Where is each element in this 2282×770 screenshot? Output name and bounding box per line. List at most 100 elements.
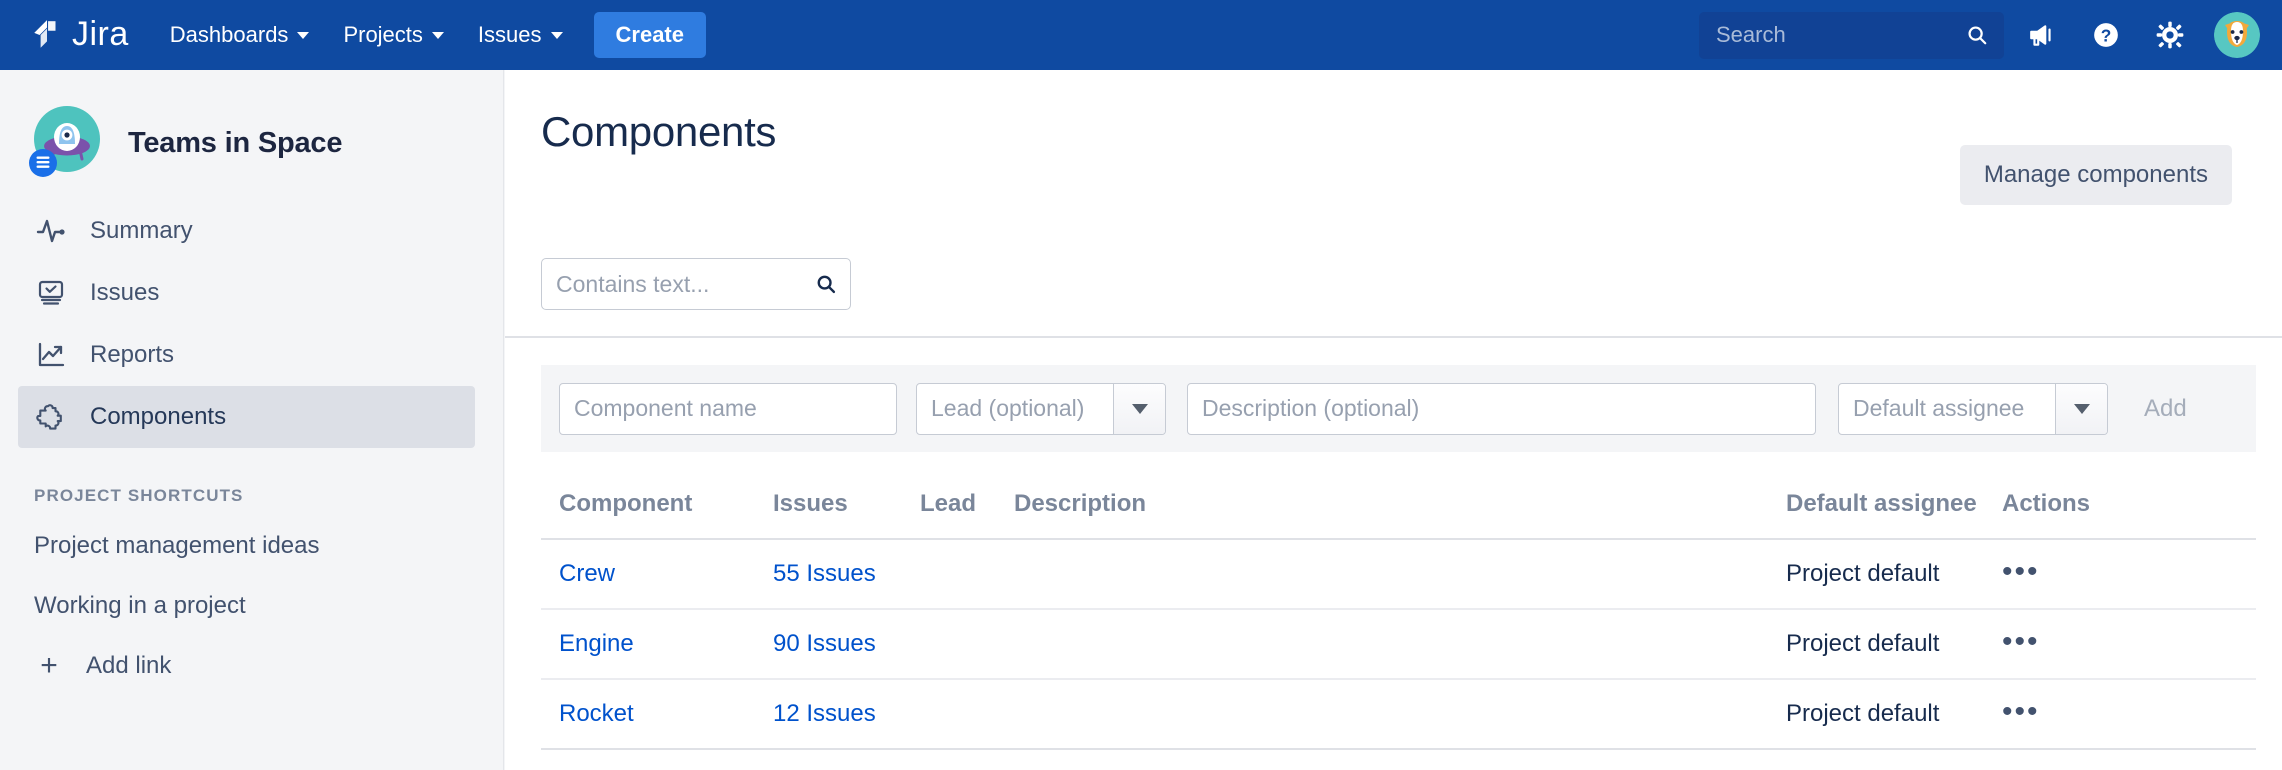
cell-lead [902,539,996,610]
global-search-input[interactable] [1699,11,1944,59]
nav-item-dashboards-label: Dashboards [169,22,289,47]
cell-component: Engine [541,609,755,680]
monitor-check-icon [34,276,68,310]
component-link-crew[interactable]: Crew [559,560,615,587]
jira-brand-text: Jira [72,14,129,53]
table-header-row: Component Issues Lead Description Defaul… [541,468,2256,540]
add-component-button[interactable]: Add [2144,395,2187,423]
cell-component: Rocket [541,679,755,750]
shortcut-project-management-ideas[interactable]: Project management ideas [18,516,475,576]
jira-home-link[interactable]: Jira [30,0,129,70]
nav-item-issues[interactable]: Issues [461,0,580,70]
cell-actions: ••• [1984,679,2256,750]
announcement-megaphone-icon[interactable] [2016,9,2068,61]
add-link-label: Add link [86,652,172,679]
cell-description [996,679,1768,750]
chevron-down-icon[interactable] [2055,383,2107,434]
sidebar-item-components-label: Components [90,403,227,430]
chart-trend-up-icon [34,338,68,372]
project-header[interactable]: Teams in Space [0,70,503,188]
page-title: Components [541,108,777,155]
cell-default-assignee: Project default [1768,679,1984,750]
global-search-box[interactable] [1699,11,2004,59]
cell-default-assignee: Project default [1768,609,1984,680]
cell-lead [902,609,996,680]
column-header-lead: Lead [902,468,996,540]
sidebar-item-issues-label: Issues [90,279,160,306]
sidebar-item-components[interactable]: Components [18,386,475,448]
nav-item-issues-label: Issues [477,22,542,47]
component-name-input[interactable] [559,382,897,435]
user-avatar-dog[interactable] [2214,12,2260,58]
issues-link-engine[interactable]: 90 Issues [773,630,876,657]
row-actions-menu-button[interactable]: ••• [2002,697,2040,727]
table-row: Engine 90 Issues Project default ••• [541,609,2256,680]
manage-components-button[interactable]: Manage components [1959,145,2232,205]
search-icon [1966,24,1988,46]
chevron-down-icon [550,31,563,39]
cell-issues: 12 Issues [755,679,902,750]
cell-issues: 90 Issues [755,609,902,680]
cell-description [996,539,1768,610]
sidebar-nav-list: Summary Issues Reports Components [0,200,503,448]
table-row: Rocket 12 Issues Project default ••• [541,679,2256,750]
cell-issues: 55 Issues [755,539,902,610]
issues-link-crew[interactable]: 55 Issues [773,560,876,587]
sidebar-item-summary-label: Summary [90,217,193,244]
add-component-row: Lead (optional) Default assignee Add [541,365,2256,452]
create-button[interactable]: Create [593,11,706,59]
column-header-default-assignee: Default assignee [1768,468,1984,540]
add-link-button[interactable]: + Add link [18,636,475,696]
primary-nav-links: Dashboards Projects Issues Create [153,0,706,70]
pulse-line-icon [34,214,68,248]
svg-text:?: ? [2101,25,2112,45]
issues-link-rocket[interactable]: 12 Issues [773,700,876,727]
nav-item-projects[interactable]: Projects [326,0,460,70]
component-description-input[interactable] [1187,382,1816,435]
column-header-actions: Actions [1984,468,2256,540]
chevron-down-icon[interactable] [1113,383,1165,434]
project-sidebar: Teams in Space Summary Issues Reports Co… [0,70,504,770]
components-filter-input[interactable] [541,258,851,310]
project-avatar-ufo-icon [28,104,106,182]
cell-component: Crew [541,539,755,610]
table-row: Crew 55 Issues Project default ••• [541,539,2256,610]
cell-description [996,609,1768,680]
column-header-issues: Issues [755,468,902,540]
row-actions-menu-button[interactable]: ••• [2002,557,2040,587]
main-content-panel: Components Manage components Lead (optio… [505,70,2282,770]
cell-lead [902,679,996,750]
project-shortcuts-heading: PROJECT SHORTCUTS [34,486,244,505]
settings-gear-icon[interactable] [2144,9,2196,61]
sidebar-item-issues[interactable]: Issues [18,262,475,324]
nav-item-dashboards[interactable]: Dashboards [153,0,327,70]
plus-icon: + [40,649,58,682]
column-header-default-assignee-label: Default assignee [1786,490,1977,517]
column-header-description: Description [996,468,1768,540]
sidebar-item-summary[interactable]: Summary [18,200,475,262]
chevron-down-icon [431,31,444,39]
jira-logo-icon [30,18,64,52]
puzzle-piece-icon [34,400,68,434]
component-link-engine[interactable]: Engine [559,630,634,657]
cell-actions: ••• [1984,609,2256,680]
row-actions-menu-button[interactable]: ••• [2002,627,2040,657]
components-filter[interactable] [541,258,851,310]
project-name: Teams in Space [128,126,343,159]
help-question-icon[interactable]: ? [2080,9,2132,61]
shortcut-working-in-a-project[interactable]: Working in a project [18,576,475,636]
default-assignee-select-value: Default assignee [1853,395,2025,421]
sidebar-item-reports[interactable]: Reports [18,324,475,386]
cell-actions: ••• [1984,539,2256,610]
component-link-rocket[interactable]: Rocket [559,700,634,727]
chevron-down-icon [297,31,310,39]
cell-default-assignee: Project default [1768,539,1984,610]
default-assignee-select[interactable]: Default assignee [1838,382,2108,435]
lead-select[interactable]: Lead (optional) [916,382,1166,435]
top-navigation-bar: Jira Dashboards Projects Issues Create S… [0,0,2282,70]
lead-select-value: Lead (optional) [931,395,1085,421]
navbar-right-tools: ? [1699,0,2260,70]
column-header-component: Component [541,468,755,540]
components-table: Component Issues Lead Description Defaul… [541,468,2256,750]
sidebar-item-reports-label: Reports [90,341,175,368]
